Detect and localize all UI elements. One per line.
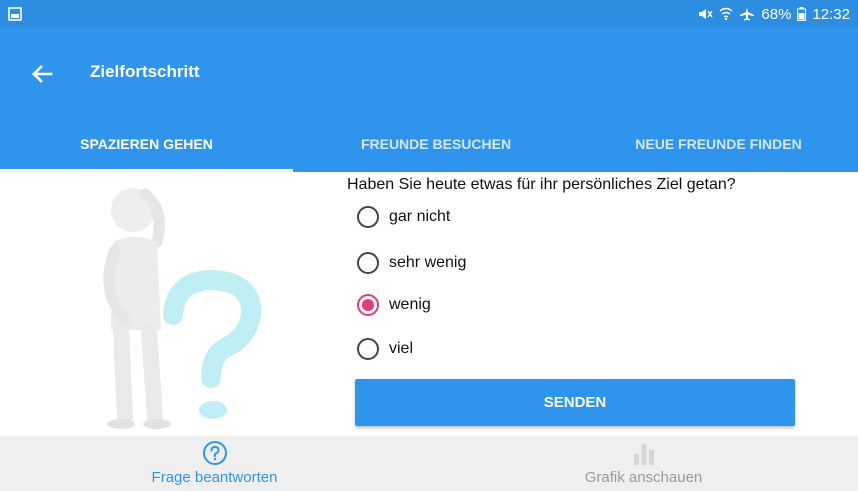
nav-label: Frage beantworten bbox=[151, 469, 278, 486]
radio-button[interactable] bbox=[357, 338, 379, 360]
mute-icon bbox=[699, 9, 714, 19]
radio-button[interactable] bbox=[357, 252, 379, 274]
bottom-navigation: Frage beantworten Grafik anschauen bbox=[0, 436, 858, 491]
send-button[interactable]: SENDEN bbox=[355, 379, 795, 426]
option-viel[interactable]: viel bbox=[357, 338, 413, 360]
option-label: viel bbox=[389, 340, 414, 357]
option-label: wenig bbox=[389, 296, 431, 313]
nav-frage-beantworten[interactable]: Frage beantworten bbox=[0, 436, 429, 491]
tab-bar: SPAZIEREN GEHEN FREUNDE BESUCHEN NEUE FR… bbox=[0, 116, 858, 172]
question-circle-icon bbox=[202, 441, 227, 465]
back-button[interactable] bbox=[26, 58, 58, 90]
airplane-mode-icon bbox=[740, 7, 755, 21]
page-title: Zielfortschritt bbox=[90, 62, 200, 81]
nav-grafik-anschauen[interactable]: Grafik anschauen bbox=[429, 436, 858, 491]
option-gar-nicht[interactable]: gar nicht bbox=[357, 206, 450, 228]
status-bar: 68% 12:32 bbox=[0, 0, 858, 28]
clock: 12:32 bbox=[812, 5, 850, 23]
question-text: Haben Sie heute etwas für ihr persönlich… bbox=[347, 176, 736, 193]
option-label: gar nicht bbox=[389, 208, 451, 225]
tab-freunde-besuchen[interactable]: FREUNDE BESUCHEN bbox=[293, 116, 579, 172]
option-wenig[interactable]: wenig bbox=[357, 294, 431, 316]
option-label: sehr wenig bbox=[389, 254, 467, 271]
thinking-figure-illustration bbox=[103, 188, 262, 429]
battery-percentage: 68% bbox=[761, 5, 792, 23]
wifi-icon bbox=[719, 7, 733, 21]
tab-spazieren-gehen[interactable]: SPAZIEREN GEHEN bbox=[0, 116, 293, 172]
gallery-notification-icon bbox=[8, 7, 22, 21]
app-bar: Zielfortschritt bbox=[0, 28, 858, 116]
nav-label: Grafik anschauen bbox=[584, 469, 703, 486]
bar-chart-icon bbox=[633, 444, 654, 465]
radio-button-selected[interactable] bbox=[357, 294, 379, 316]
option-sehr-wenig[interactable]: sehr wenig bbox=[357, 252, 466, 274]
tab-neue-freunde-finden[interactable]: NEUE FREUNDE FINDEN bbox=[579, 116, 858, 172]
battery-icon bbox=[797, 7, 807, 21]
radio-button[interactable] bbox=[357, 206, 379, 228]
arrow-back-icon bbox=[32, 65, 53, 83]
